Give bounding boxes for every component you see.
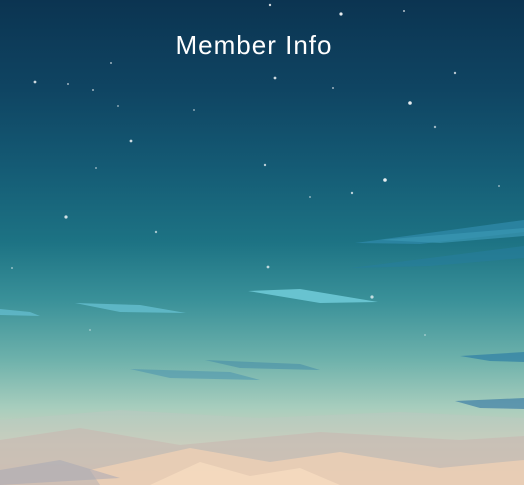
page-title: Member Info xyxy=(175,30,333,60)
starry-sky-background xyxy=(0,3,524,485)
horizon-haze xyxy=(0,410,524,485)
member-info-screen: Member Info xyxy=(0,0,524,485)
cloud-streaks xyxy=(0,220,524,409)
